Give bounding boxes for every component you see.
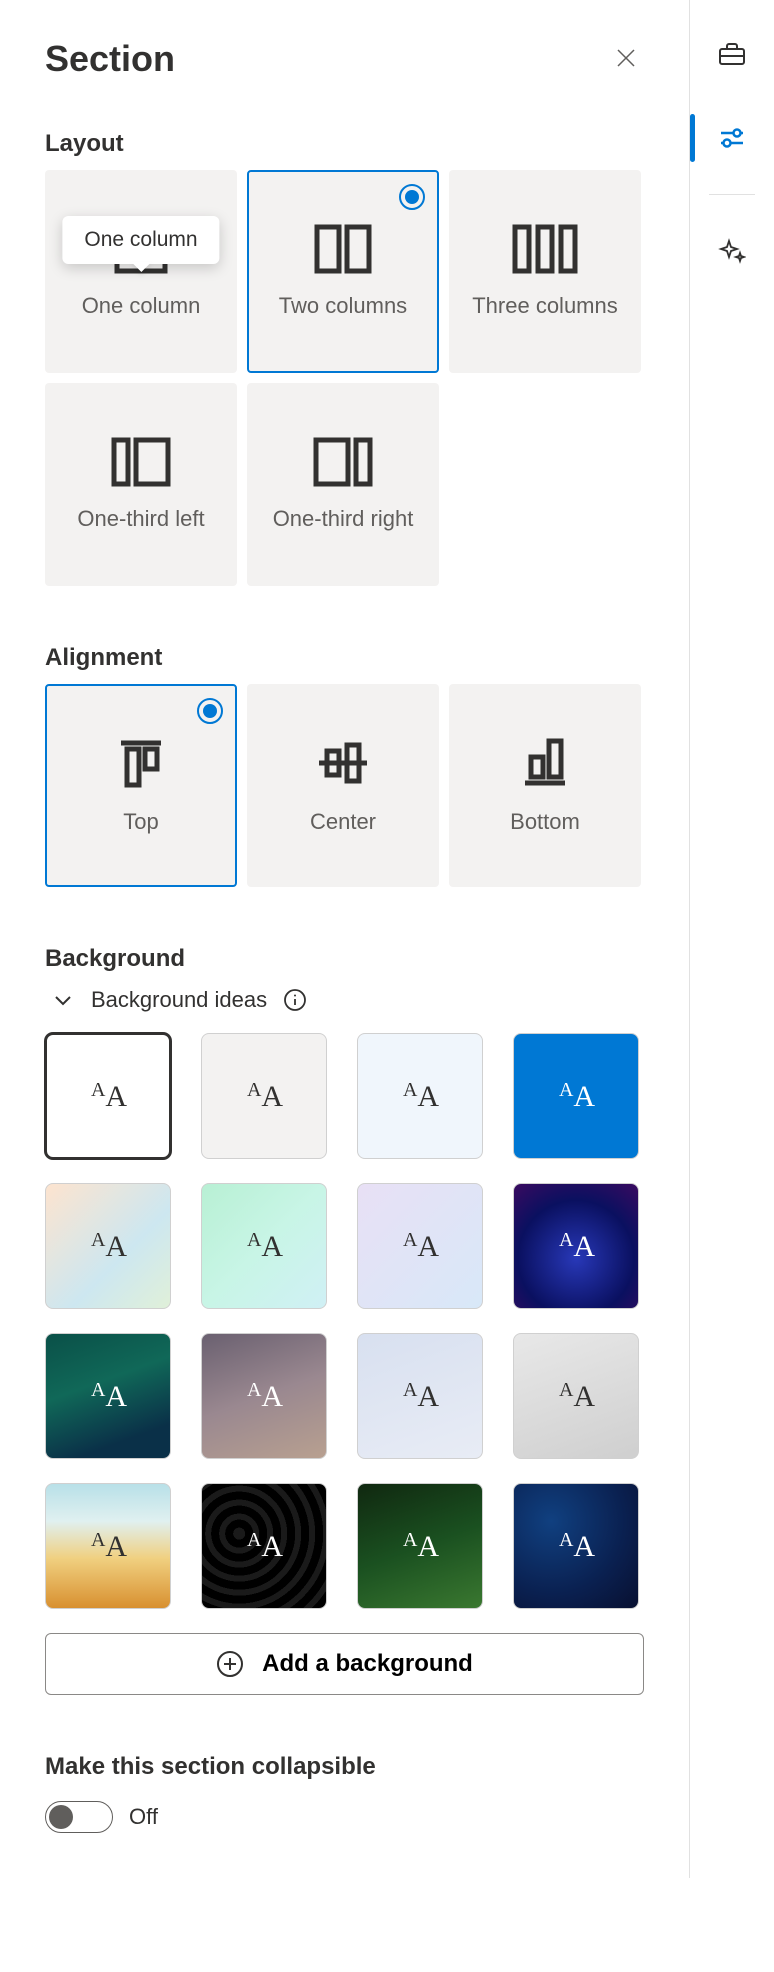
align-bottom-icon (517, 735, 573, 791)
background-swatch-gradient-8[interactable]: AA (513, 1333, 639, 1459)
background-swatches: AA AA AA AA AA AA AA AA AA AA AA AA AA A… (45, 1033, 644, 1609)
swatch-preview-icon: AA (91, 1379, 125, 1414)
swatch-preview-icon: AA (91, 1529, 125, 1564)
swatch-preview-icon: AA (403, 1229, 437, 1264)
background-swatch-image-2[interactable]: AA (201, 1483, 327, 1609)
toggle-state-label: Off (129, 1804, 158, 1830)
rail-settings[interactable] (704, 110, 760, 166)
background-swatch-gradient-5[interactable]: AA (45, 1333, 171, 1459)
sparkle-icon (718, 237, 746, 265)
swatch-preview-icon: AA (559, 1079, 593, 1114)
background-swatch-gradient-7[interactable]: AA (357, 1333, 483, 1459)
one-third-left-icon (111, 436, 171, 488)
three-columns-icon (512, 223, 578, 275)
alignment-option-label: Bottom (504, 807, 586, 837)
background-ideas-label: Background ideas (91, 987, 267, 1013)
alignment-option-bottom[interactable]: Bottom (449, 684, 641, 887)
background-swatch-image-1[interactable]: AA (45, 1483, 171, 1609)
layout-options: One column One column Two columns Three … (45, 170, 644, 586)
background-swatch-gradient-4[interactable]: AA (513, 1183, 639, 1309)
panel-header: Section (45, 38, 644, 80)
swatch-preview-icon: AA (559, 1229, 593, 1264)
background-swatch-paleblue[interactable]: AA (357, 1033, 483, 1159)
panel-title: Section (45, 38, 175, 80)
alignment-option-top[interactable]: Top (45, 684, 237, 887)
swatch-preview-icon: AA (559, 1379, 593, 1414)
alignment-option-label: Top (117, 807, 164, 837)
layout-option-label: One column (76, 291, 207, 321)
close-icon (614, 46, 638, 70)
rail-sparkle[interactable] (704, 223, 760, 279)
layout-option-three-columns[interactable]: Three columns (449, 170, 641, 373)
alignment-option-center[interactable]: Center (247, 684, 439, 887)
align-top-icon (113, 735, 169, 791)
swatch-preview-icon: AA (247, 1529, 281, 1564)
layout-option-one-third-left[interactable]: One-third left (45, 383, 237, 586)
rail-divider (709, 194, 755, 195)
add-background-label: Add a background (262, 1650, 473, 1678)
swatch-preview-icon: AA (559, 1529, 593, 1564)
sliders-icon (717, 123, 747, 153)
rail-toolbox[interactable] (704, 26, 760, 82)
plus-circle-icon (216, 1650, 244, 1678)
swatch-preview-icon: AA (247, 1379, 281, 1414)
collapsible-toggle[interactable] (45, 1801, 113, 1833)
section-properties-panel: Section Layout One column One column Two… (0, 0, 690, 1878)
layout-option-one-column[interactable]: One column One column (45, 170, 237, 373)
tooltip: One column (62, 216, 219, 264)
layout-option-one-third-right[interactable]: One-third right (247, 383, 439, 586)
background-ideas-toggle[interactable]: Background ideas (51, 987, 644, 1013)
layout-option-label: One-third right (267, 504, 420, 534)
collapsible-toggle-row: Off (45, 1801, 644, 1833)
background-swatch-gradient-6[interactable]: AA (201, 1333, 327, 1459)
selected-indicator-icon (399, 184, 425, 210)
align-center-icon (315, 735, 371, 791)
selected-indicator-icon (197, 698, 223, 724)
collapsible-label: Make this section collapsible (45, 1753, 644, 1781)
add-background-button[interactable]: Add a background (45, 1633, 644, 1695)
toggle-knob-icon (49, 1805, 73, 1829)
background-swatch-grey[interactable]: AA (201, 1033, 327, 1159)
background-swatch-blue[interactable]: AA (513, 1033, 639, 1159)
info-icon[interactable] (283, 988, 307, 1012)
background-swatch-gradient-1[interactable]: AA (45, 1183, 171, 1309)
close-button[interactable] (608, 40, 644, 79)
background-label: Background (45, 945, 644, 973)
layout-option-label: One-third left (71, 504, 210, 534)
alignment-options: Top Center Bottom (45, 684, 644, 887)
layout-label: Layout (45, 130, 644, 158)
alignment-option-label: Center (304, 807, 382, 837)
swatch-preview-icon: AA (91, 1079, 125, 1114)
swatch-preview-icon: AA (247, 1229, 281, 1264)
layout-option-two-columns[interactable]: Two columns (247, 170, 439, 373)
right-rail (690, 0, 774, 1878)
two-columns-icon (313, 223, 373, 275)
background-swatch-white[interactable]: AA (45, 1033, 171, 1159)
background-swatch-gradient-3[interactable]: AA (357, 1183, 483, 1309)
background-swatch-gradient-2[interactable]: AA (201, 1183, 327, 1309)
swatch-preview-icon: AA (247, 1079, 281, 1114)
background-swatch-image-3[interactable]: AA (357, 1483, 483, 1609)
swatch-preview-icon: AA (403, 1079, 437, 1114)
toolbox-icon (717, 39, 747, 69)
background-swatch-image-4[interactable]: AA (513, 1483, 639, 1609)
layout-option-label: Three columns (466, 291, 624, 321)
swatch-preview-icon: AA (403, 1379, 437, 1414)
layout-option-label: Two columns (273, 291, 413, 321)
chevron-down-icon (51, 988, 75, 1012)
alignment-label: Alignment (45, 644, 644, 672)
swatch-preview-icon: AA (403, 1529, 437, 1564)
swatch-preview-icon: AA (91, 1229, 125, 1264)
one-third-right-icon (313, 436, 373, 488)
